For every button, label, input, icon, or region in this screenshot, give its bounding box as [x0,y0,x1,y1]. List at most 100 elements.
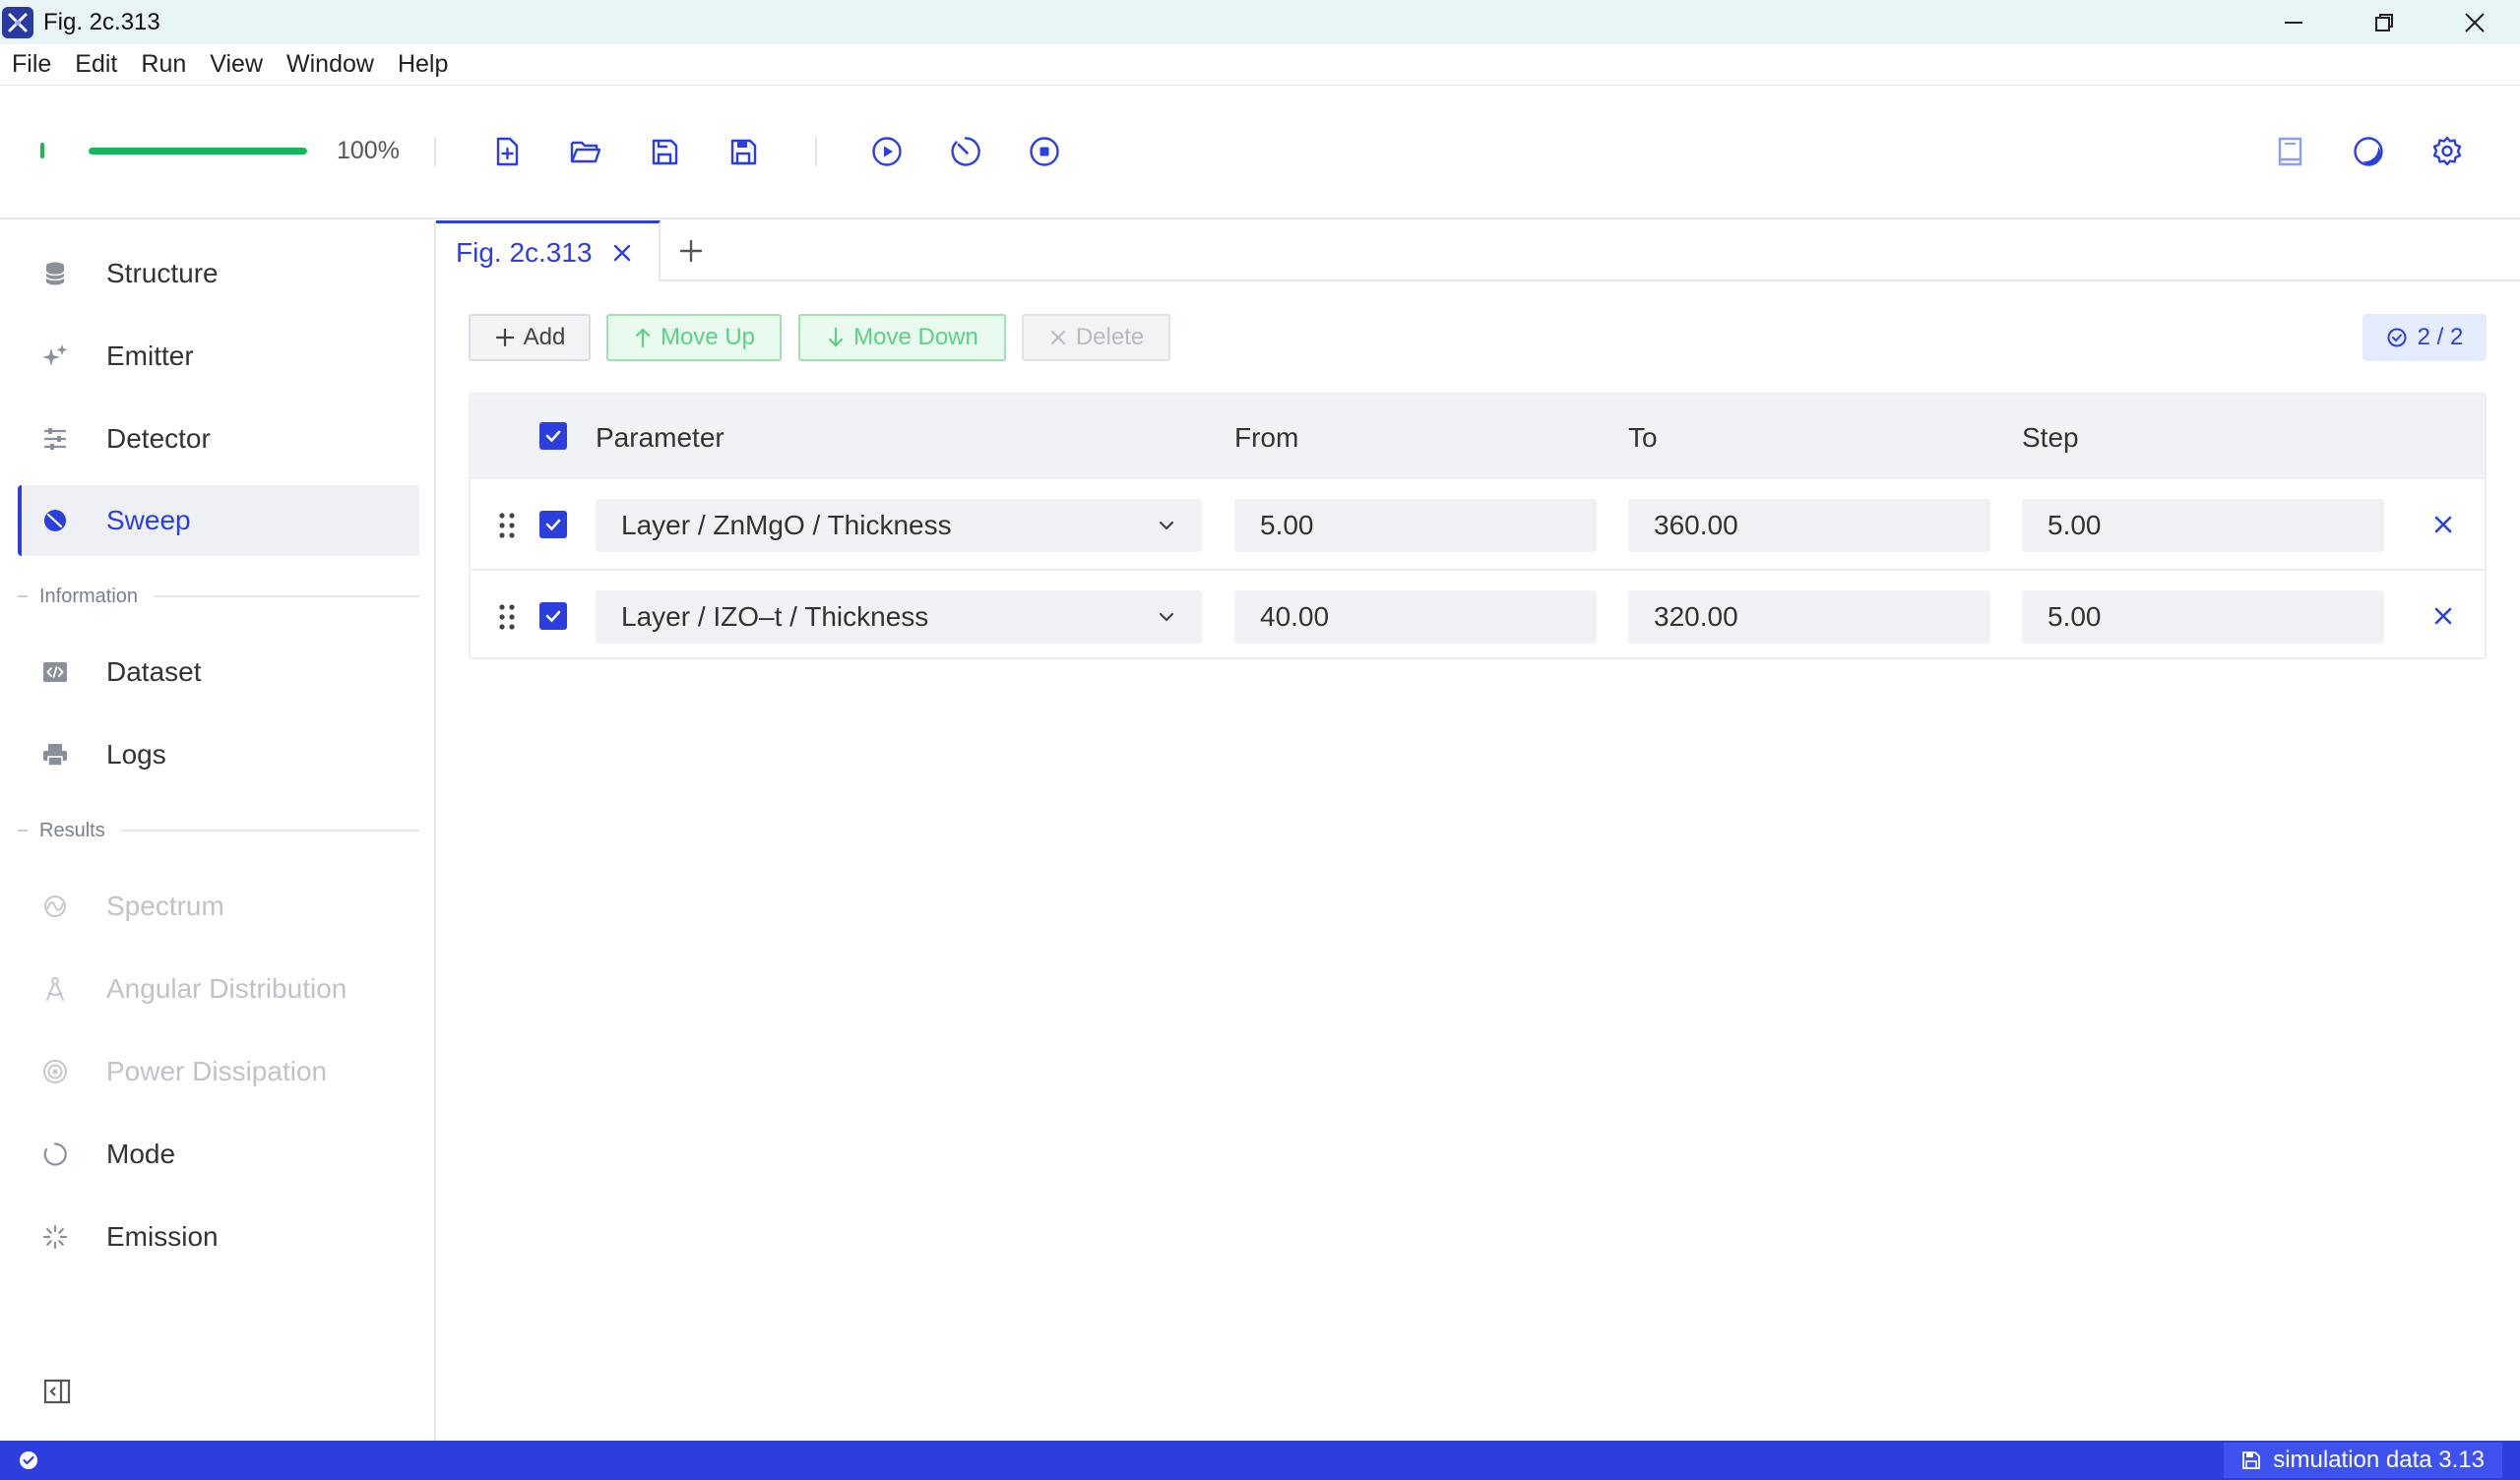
sidebar-item-emission[interactable]: Emission [18,1202,419,1272]
to-input[interactable]: 360.00 [1628,499,1990,552]
delete-button[interactable]: Delete [1022,314,1170,361]
sidebar-item-structure[interactable]: Structure [18,238,419,309]
toolbar-divider [815,137,817,166]
status-bar: simulation data 3.13 [0,1441,2520,1480]
save-icon [2242,1451,2261,1469]
sidebar-item-label: Dataset [106,656,202,687]
data-version-indicator[interactable]: simulation data 3.13 [2224,1443,2502,1478]
parameter-select[interactable]: Layer / ZnMgO / Thickness [596,499,1202,552]
select-all-checkbox[interactable] [539,422,567,450]
new-file-button[interactable] [489,134,525,169]
restore-icon [2375,13,2393,31]
remove-row-button[interactable] [2429,602,2457,630]
loading-icon [41,1223,69,1251]
sidebar-item-logs[interactable]: Logs [18,719,419,790]
to-input[interactable]: 320.00 [1628,590,1990,644]
sidebar-item-spectrum[interactable]: Spectrum [18,871,419,942]
menu-run[interactable]: Run [141,50,186,79]
tab-bar: Fig. 2c.313 [436,220,2520,281]
open-folder-button[interactable] [568,134,603,169]
menu-help[interactable]: Help [398,50,448,79]
theme-button[interactable] [2351,134,2386,169]
column-header-step: Step [2022,422,2079,453]
timer-button[interactable] [948,134,983,169]
minimize-button[interactable] [2248,0,2339,44]
sliders-icon [41,425,69,453]
tab-close-button[interactable] [610,241,634,265]
sidebar-item-label: Mode [106,1139,176,1169]
sidebar-item-power-dissipation[interactable]: Power Dissipation [18,1036,419,1107]
window-controls [2248,0,2520,44]
remove-row-button[interactable] [2429,511,2457,538]
close-window-button[interactable] [2429,0,2520,44]
sidebar-item-label: Structure [106,258,219,288]
toolbar-divider [434,137,436,166]
to-value: 320.00 [1654,601,1738,632]
sidebar: Structure Emitter Detector Sweep Informa… [0,220,436,1441]
add-tab-button[interactable] [676,236,706,266]
from-input[interactable]: 40.00 [1234,590,1597,644]
step-input[interactable]: 5.00 [2022,590,2384,644]
printer-icon [41,741,69,769]
parameter-select[interactable]: Layer / IZO–t / Thickness [596,590,1202,644]
column-header-from: From [1234,422,1299,453]
sidebar-item-label: Emission [106,1221,219,1252]
minimize-icon [2285,21,2302,24]
parameter-value: Layer / IZO–t / Thickness [621,601,929,632]
close-icon [1050,331,1065,344]
drag-handle[interactable] [494,511,520,540]
step-value: 5.00 [2048,510,2102,540]
stop-button[interactable] [1027,134,1062,169]
sidebar-item-angular-distribution[interactable]: Angular Distribution [18,954,419,1024]
code-icon [41,658,69,686]
title-bar: Fig. 2c.313 [0,0,2520,44]
menu-edit[interactable]: Edit [75,50,117,79]
parameter-value: Layer / ZnMgO / Thickness [621,510,952,540]
save-as-button[interactable] [725,134,761,169]
close-icon [2434,516,2452,533]
from-input[interactable]: 5.00 [1234,499,1597,552]
section-label: Information [39,585,139,607]
open-folder-icon [570,141,601,163]
row-checkbox[interactable] [539,602,567,630]
power-icon [41,1058,69,1085]
drag-handle[interactable] [494,602,520,632]
from-value: 40.00 [1260,601,1330,632]
step-input[interactable]: 5.00 [2022,499,2384,552]
save-button[interactable] [647,134,682,169]
check-circle-icon [2387,328,2407,347]
timer-icon [951,137,980,166]
move-down-button[interactable]: Move Down [798,314,1006,361]
tab-fig-2c-313[interactable]: Fig. 2c.313 [436,220,661,281]
app-logo-icon [2,6,33,38]
section-information: Information [18,582,419,611]
close-icon [613,244,630,261]
sidebar-item-mode[interactable]: Mode [18,1119,419,1190]
settings-button[interactable] [2429,134,2465,169]
menu-file[interactable]: File [12,50,51,79]
add-button[interactable]: Add [469,314,591,361]
step-value: 5.00 [2048,601,2102,632]
book-button[interactable] [2272,134,2307,169]
check-circle-icon [20,1451,37,1469]
data-version-label: simulation data 3.13 [2273,1447,2485,1473]
collapse-sidebar-button[interactable] [43,1378,71,1405]
stop-icon [1030,137,1059,166]
sidebar-item-dataset[interactable]: Dataset [18,637,419,708]
sidebar-item-detector[interactable]: Detector [18,403,419,474]
row-checkbox[interactable] [539,511,567,538]
delete-label: Delete [1075,324,1145,350]
section-divider [120,830,419,832]
spectrum-icon [41,893,69,920]
run-button[interactable] [869,134,905,169]
column-header-parameter: Parameter [596,422,724,453]
progress-percent: 100% [337,137,400,164]
status-ok-button[interactable] [18,1449,39,1471]
chevron-down-icon [1159,521,1174,530]
sidebar-item-emitter[interactable]: Emitter [18,321,419,392]
sidebar-item-sweep[interactable]: Sweep [18,485,419,556]
move-up-button[interactable]: Move Up [606,314,782,361]
menu-window[interactable]: Window [286,50,374,79]
menu-view[interactable]: View [210,50,263,79]
restore-button[interactable] [2339,0,2429,44]
